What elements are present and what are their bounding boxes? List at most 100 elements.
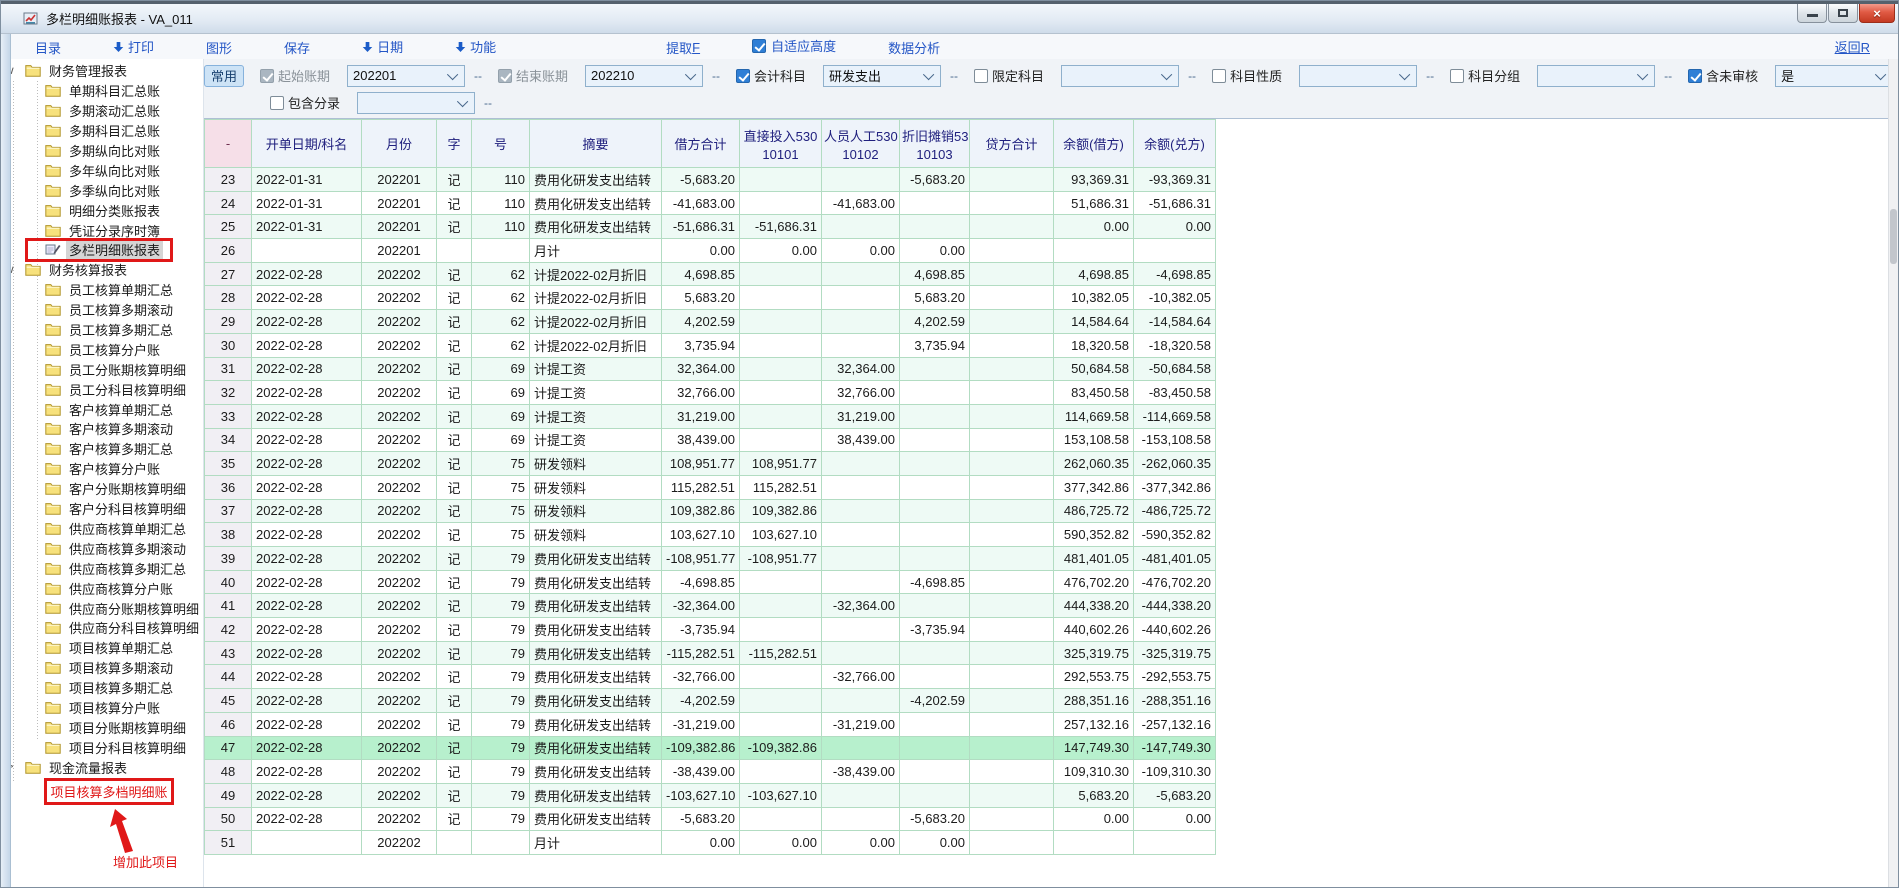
vertical-scrollbar[interactable] [1888,59,1898,887]
sidebar-item[interactable]: ∨财务管理报表 [1,61,203,81]
table-row[interactable]: 442022-02-28202202记79费用化研发支出结转-32,766.00… [205,665,1216,689]
table-row[interactable]: 392022-02-28202202记79费用化研发支出结转-108,951.7… [205,547,1216,571]
table-row[interactable]: 342022-02-28202202记69计提工资38,439.0038,439… [205,428,1216,452]
filter-dropdown[interactable] [357,92,475,114]
table-row[interactable]: 472022-02-28202202记79费用化研发支出结转-109,382.8… [205,736,1216,760]
toolbar-item[interactable]: 保存 [284,38,310,57]
sidebar-item[interactable]: 项目分科目核算明细 [1,737,203,757]
scrollbar-thumb[interactable] [1890,209,1897,264]
table-row[interactable]: 26202201月计0.000.000.000.00 [205,239,1216,263]
filter-dropdown[interactable]: 是 [1775,65,1893,87]
filter-dropdown[interactable]: 202201 [347,65,465,87]
table-row[interactable]: 352022-02-28202202记75研发领料108,951.77108,9… [205,452,1216,476]
toolbar-item[interactable]: 提取F [666,38,700,57]
table-row[interactable]: 462022-02-28202202记79费用化研发支出结转-31,219.00… [205,712,1216,736]
toolbar-item[interactable]: 打印 [113,37,154,56]
table-row[interactable]: 422022-02-28202202记79费用化研发支出结转-3,735.94-… [205,618,1216,642]
table-row[interactable]: 282022-02-28202202记62计提2022-02月折旧5,683.2… [205,286,1216,310]
sidebar-item[interactable]: 凭证分录序时簿 [1,220,203,240]
toolbar-item[interactable]: 数据分析 [888,38,940,57]
minimize-button[interactable] [1797,4,1827,23]
filter-checkbox[interactable] [1450,69,1464,83]
common-tab-button[interactable]: 常用 [204,65,244,87]
sidebar-item[interactable]: 员工分账期核算明细 [1,359,203,379]
filter-checkbox[interactable] [1212,69,1226,83]
sidebar-item[interactable]: 多期滚动汇总账 [1,101,203,121]
toolbar-item[interactable]: 目录 [35,38,61,57]
table-row[interactable]: 362022-02-28202202记75研发领料115,282.51115,2… [205,475,1216,499]
sidebar-item[interactable]: 供应商分科目核算明细 [1,618,203,638]
toolbar-item[interactable]: 功能 [455,37,496,56]
sidebar-item[interactable]: 供应商核算分户账 [1,578,203,598]
close-button[interactable]: × [1859,4,1895,23]
sidebar-item[interactable]: >现金流量报表 [1,757,203,777]
sidebar-item[interactable]: 员工核算多期滚动 [1,300,203,320]
sidebar-item[interactable]: ∨财务核算报表 [1,260,203,280]
table-row[interactable]: 242022-01-31202201记110费用化研发支出结转-41,683.0… [205,191,1216,215]
window-left-scrollbar[interactable] [1,34,11,887]
sidebar-item[interactable]: 项目核算分户账 [1,698,203,718]
sidebar-item[interactable]: 项目分账期核算明细 [1,717,203,737]
filter-dropdown[interactable]: 202210 [585,65,703,87]
table-row[interactable]: 382022-02-28202202记75研发领料103,627.10103,6… [205,523,1216,547]
toolbar-item[interactable]: 自适应高度 [752,36,836,55]
filter-checkbox[interactable] [974,69,988,83]
table-row[interactable]: 252022-01-31202201记110费用化研发支出结转-51,686.3… [205,215,1216,239]
filter-dropdown[interactable] [1061,65,1179,87]
table-row[interactable]: 312022-02-28202202记69计提工资32,364.0032,364… [205,357,1216,381]
table-row[interactable]: 302022-02-28202202记62计提2022-02月折旧3,735.9… [205,333,1216,357]
return-link[interactable]: 返回R [1835,37,1870,56]
table-row[interactable]: 412022-02-28202202记79费用化研发支出结转-32,364.00… [205,594,1216,618]
maximize-button[interactable] [1828,4,1858,23]
table-row[interactable]: 322022-02-28202202记69计提工资32,766.0032,766… [205,381,1216,405]
table-row[interactable]: 502022-02-28202202记79费用化研发支出结转-5,683.20-… [205,807,1216,831]
sidebar-item[interactable]: 项目核算多期汇总 [1,678,203,698]
auto-height-checkbox[interactable] [752,39,766,53]
toolbar-item[interactable]: 日期 [362,37,403,56]
sidebar-item[interactable]: 供应商分账期核算明细 [1,598,203,618]
table-row[interactable]: 482022-02-28202202记79费用化研发支出结转-38,439.00… [205,760,1216,784]
table-row[interactable]: 452022-02-28202202记79费用化研发支出结转-4,202.59-… [205,689,1216,713]
sidebar-item[interactable]: 项目核算多期滚动 [1,658,203,678]
filter-dropdown[interactable] [1537,65,1655,87]
sidebar-item[interactable]: 客户分科目核算明细 [1,499,203,519]
sidebar-item[interactable]: 员工分科目核算明细 [1,379,203,399]
table-row[interactable]: 232022-01-31202201记110费用化研发支出结转-5,683.20… [205,168,1216,192]
sidebar-item[interactable]: 单期科目汇总账 [1,81,203,101]
filter-checkbox[interactable] [260,69,274,83]
table-row[interactable]: 402022-02-28202202记79费用化研发支出结转-4,698.85-… [205,570,1216,594]
filter-dropdown[interactable]: 研发支出 [823,65,941,87]
filter-checkbox[interactable] [270,96,284,110]
sidebar-item[interactable]: 员工核算分户账 [1,339,203,359]
sidebar-item[interactable]: 客户核算单期汇总 [1,399,203,419]
table-row[interactable]: 492022-02-28202202记79费用化研发支出结转-103,627.1… [205,783,1216,807]
sidebar-item[interactable]: 多栏明细账报表 [1,240,203,260]
sidebar-item[interactable]: 客户分账期核算明细 [1,479,203,499]
filter-checkbox[interactable] [498,69,512,83]
filter-dropdown[interactable] [1299,65,1417,87]
toolbar-item[interactable]: 图形 [206,38,232,57]
filter-checkbox[interactable] [736,69,750,83]
table-row[interactable]: 51202202月计0.000.000.000.00 [205,831,1216,855]
sidebar-item[interactable]: 员工核算多期汇总 [1,320,203,340]
table-row[interactable]: 372022-02-28202202记75研发领料109,382.86109,3… [205,499,1216,523]
sidebar-item[interactable]: 客户核算分户账 [1,459,203,479]
sidebar-item[interactable]: 员工核算单期汇总 [1,280,203,300]
table-row[interactable]: 432022-02-28202202记79费用化研发支出结转-115,282.5… [205,641,1216,665]
sidebar-item[interactable]: 客户核算多期滚动 [1,419,203,439]
filter-checkbox[interactable] [1688,69,1702,83]
table-cell [740,168,822,192]
sidebar-item[interactable]: 客户核算多期汇总 [1,439,203,459]
sidebar-item[interactable]: 明细分类账报表 [1,200,203,220]
table-row[interactable]: 332022-02-28202202记69计提工资31,219.0031,219… [205,404,1216,428]
sidebar-item[interactable]: 多期纵向比对账 [1,141,203,161]
sidebar-item[interactable]: 项目核算单期汇总 [1,638,203,658]
sidebar-item[interactable]: 供应商核算多期汇总 [1,558,203,578]
table-row[interactable]: 292022-02-28202202记62计提2022-02月折旧4,202.5… [205,310,1216,334]
sidebar-item[interactable]: 供应商核算单期汇总 [1,518,203,538]
sidebar-item[interactable]: 多季纵向比对账 [1,180,203,200]
sidebar-item[interactable]: 多年纵向比对账 [1,160,203,180]
table-row[interactable]: 272022-02-28202202记62计提2022-02月折旧4,698.8… [205,262,1216,286]
sidebar-item[interactable]: 多期科目汇总账 [1,121,203,141]
sidebar-item[interactable]: 供应商核算多期滚动 [1,538,203,558]
